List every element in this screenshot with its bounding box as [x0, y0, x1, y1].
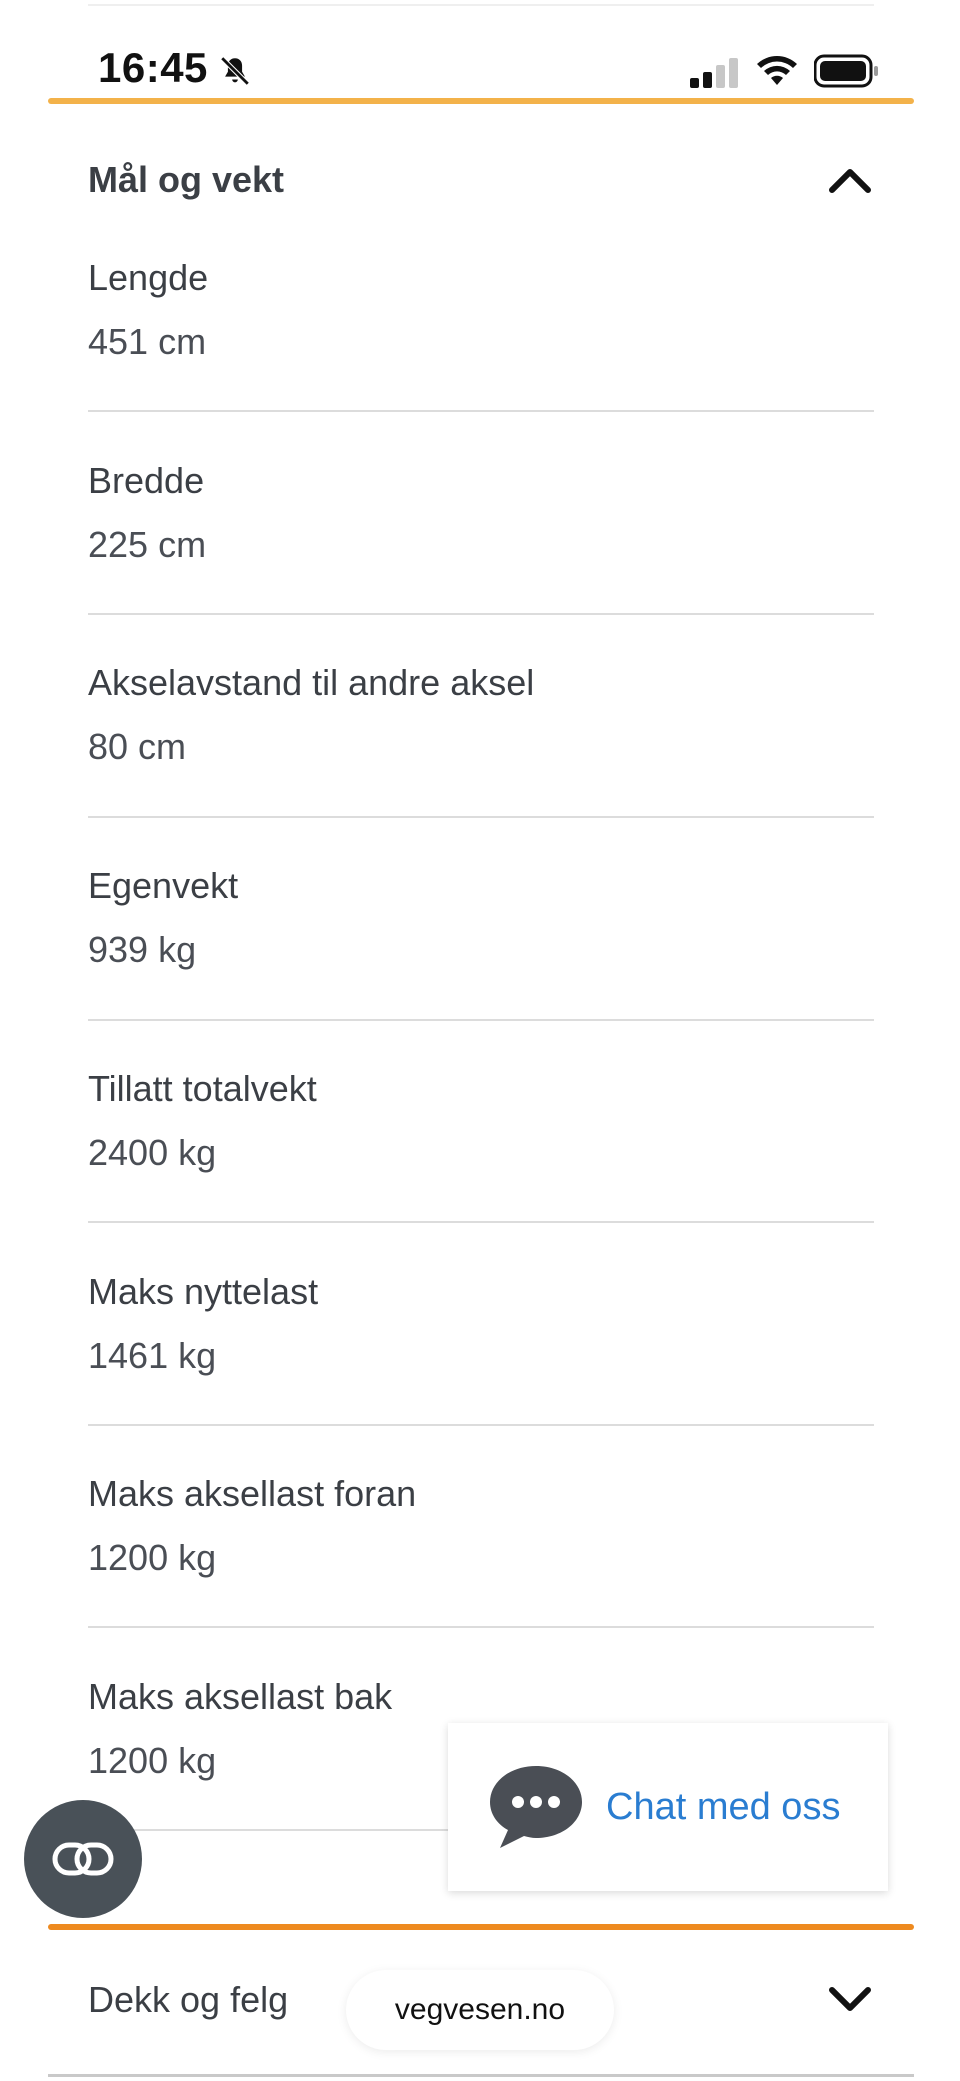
- spec-item: Maks aksellast foran 1200 kg: [88, 1472, 874, 1580]
- divider: [88, 410, 874, 412]
- divider: [88, 1221, 874, 1223]
- spec-label: Akselavstand til andre aksel: [88, 662, 535, 703]
- spec-label: Maks aksellast bak: [88, 1676, 393, 1717]
- url-pill[interactable]: vegvesen.no: [346, 1970, 614, 2050]
- spec-label: Maks aksellast foran: [88, 1473, 417, 1514]
- section-header-mal-og-vekt[interactable]: Mål og vekt: [88, 150, 874, 210]
- divider: [88, 1626, 874, 1628]
- spec-label: Maks nyttelast: [88, 1271, 319, 1312]
- wifi-icon: [757, 56, 797, 85]
- divider: [88, 1424, 874, 1426]
- spec-item: Maks nyttelast 1461 kg: [88, 1270, 874, 1378]
- chat-bubble-icon: [490, 1766, 582, 1848]
- spec-label: Lengde: [88, 257, 209, 298]
- divider: [88, 613, 874, 615]
- status-time: 16:45: [98, 44, 208, 91]
- divider: [88, 816, 874, 818]
- spec-item: Bredde 225 cm: [88, 459, 874, 567]
- section-accent-line: [48, 1924, 914, 1930]
- reader-mode-button[interactable]: [24, 1800, 142, 1918]
- spec-label: Tillatt totalvekt: [88, 1068, 317, 1109]
- spec-value: 939 kg: [88, 929, 197, 970]
- spec-value: 1461 kg: [88, 1335, 217, 1376]
- spec-label: Egenvekt: [88, 865, 239, 906]
- spec-value: 1200 kg: [88, 1537, 217, 1578]
- chevron-up-icon[interactable]: [826, 156, 874, 204]
- section-accent-line: [48, 98, 914, 104]
- chat-label: Chat med oss: [606, 1785, 841, 1828]
- status-bar: 16:45: [0, 0, 960, 100]
- divider: [88, 1019, 874, 1021]
- spec-item: Tillatt totalvekt 2400 kg: [88, 1067, 874, 1175]
- battery-icon: [814, 54, 878, 88]
- section-title: Mål og vekt: [88, 159, 285, 200]
- spec-item: Lengde 451 cm: [88, 256, 874, 364]
- bottom-divider: [48, 2074, 914, 2077]
- spec-label: Bredde: [88, 460, 205, 501]
- spec-value: 451 cm: [88, 321, 207, 362]
- spec-item: Akselavstand til andre aksel 80 cm: [88, 661, 874, 769]
- spec-value: 80 cm: [88, 726, 187, 767]
- chevron-down-icon[interactable]: [826, 1976, 874, 2024]
- link-icon: [52, 1842, 114, 1876]
- bell-muted-icon: [220, 56, 250, 86]
- spec-value: 2400 kg: [88, 1132, 217, 1173]
- chat-button[interactable]: Chat med oss: [448, 1723, 888, 1891]
- spec-item: Egenvekt 939 kg: [88, 864, 874, 972]
- spec-value: 225 cm: [88, 524, 207, 565]
- url-text: vegvesen.no: [394, 1993, 566, 2026]
- cellular-signal-icon: [690, 58, 738, 88]
- section-title: Dekk og felg: [88, 1979, 289, 2020]
